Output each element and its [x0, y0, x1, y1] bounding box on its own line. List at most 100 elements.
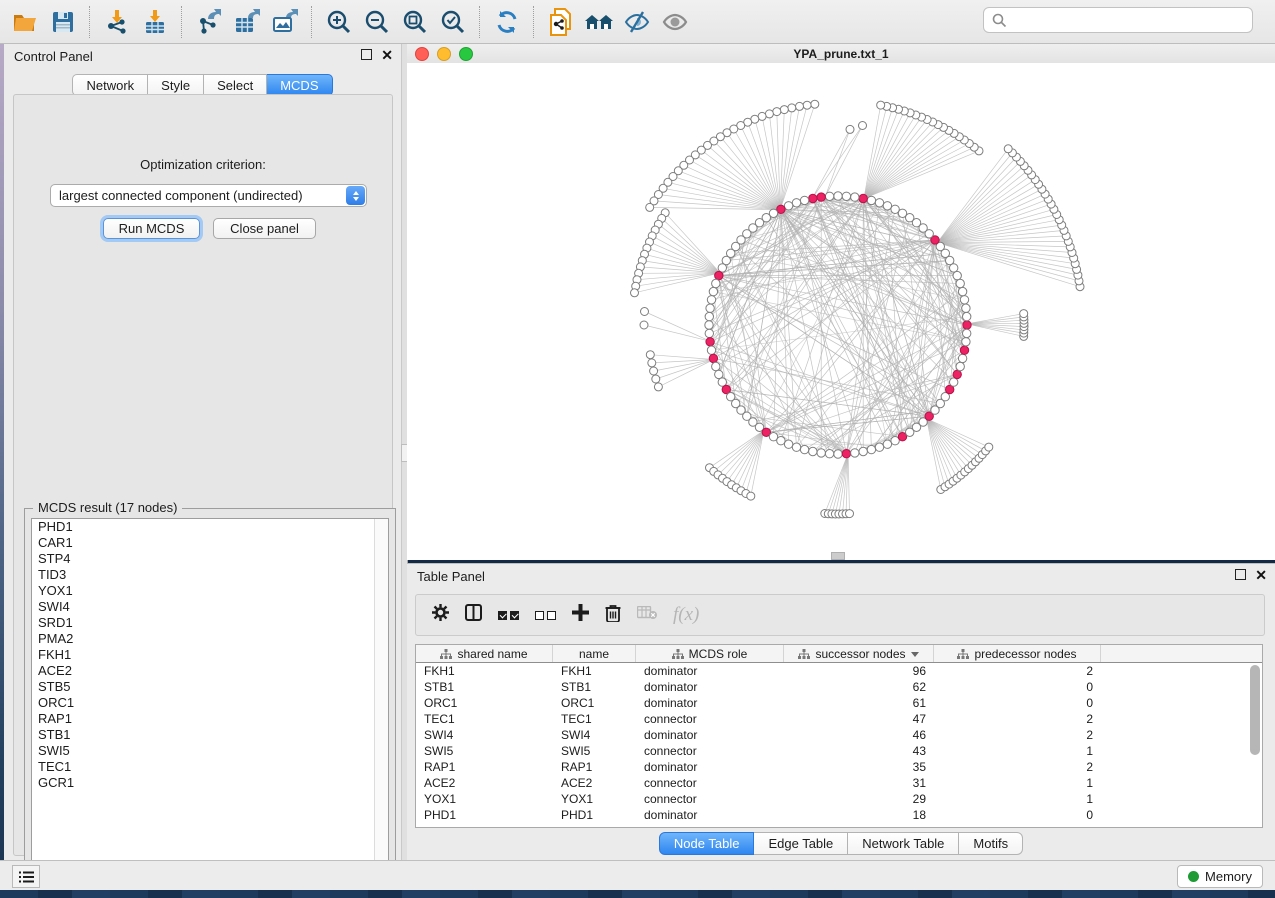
network-node[interactable]	[706, 304, 714, 312]
network-node[interactable]	[960, 296, 968, 304]
network-node[interactable]	[796, 102, 804, 110]
mcds-result-list[interactable]: PHD1CAR1STP4TID3YOX1SWI4SRD1PMA2FKH1ACE2…	[31, 518, 389, 875]
network-window-titlebar[interactable]: YPA_prune.txt_1	[407, 44, 1275, 64]
network-node[interactable]	[867, 196, 875, 204]
network-node[interactable]	[777, 437, 785, 445]
search-input[interactable]	[1007, 12, 1252, 29]
open-file-icon[interactable]	[6, 4, 44, 40]
float-panel-icon[interactable]	[361, 49, 372, 60]
network-node[interactable]	[846, 125, 854, 133]
mcds-list-item[interactable]: STB1	[32, 727, 388, 743]
network-node[interactable]	[765, 110, 773, 118]
network-drag-handle[interactable]	[831, 552, 845, 560]
table-row[interactable]: YOX1YOX1connector291	[416, 791, 1262, 807]
tab-network-table[interactable]: Network Table	[848, 832, 959, 855]
tab-network[interactable]: Network	[72, 74, 148, 96]
mcds-node[interactable]	[960, 346, 968, 354]
search-box[interactable]	[983, 7, 1253, 33]
save-session-icon[interactable]	[44, 4, 82, 40]
network-node[interactable]	[851, 449, 859, 457]
network-node[interactable]	[707, 346, 715, 354]
column-header-shared-name[interactable]: shared name	[416, 645, 553, 662]
network-node[interactable]	[718, 264, 726, 272]
tab-edge-table[interactable]: Edge Table	[754, 832, 848, 855]
network-node[interactable]	[883, 202, 891, 210]
network-node[interactable]	[1020, 310, 1028, 318]
mcds-list-item[interactable]: STP4	[32, 551, 388, 567]
network-node[interactable]	[650, 367, 658, 375]
column-header-predecessor-nodes[interactable]: predecessor nodes	[934, 645, 1101, 662]
float-table-panel-icon[interactable]	[1235, 569, 1246, 580]
network-node[interactable]	[715, 370, 723, 378]
network-node[interactable]	[646, 203, 654, 211]
export-network-icon[interactable]	[190, 4, 228, 40]
mcds-node[interactable]	[842, 450, 850, 458]
zoom-out-icon[interactable]	[358, 4, 396, 40]
column-header-successor-nodes[interactable]: successor nodes	[784, 645, 934, 662]
network-node[interactable]	[834, 192, 842, 200]
mcds-list-item[interactable]: TEC1	[32, 759, 388, 775]
network-canvas[interactable]	[407, 63, 1275, 560]
network-node[interactable]	[780, 106, 788, 114]
table-options-gear-icon[interactable]	[432, 604, 449, 626]
select-all-icon[interactable]	[498, 611, 519, 620]
network-node[interactable]	[825, 450, 833, 458]
mcds-list-item[interactable]: YOX1	[32, 583, 388, 599]
network-node[interactable]	[956, 279, 964, 287]
network-node[interactable]	[784, 202, 792, 210]
table-row[interactable]: ORC1ORC1dominator610	[416, 695, 1262, 711]
mcds-list-item[interactable]: FKH1	[32, 647, 388, 663]
deselect-all-icon[interactable]	[535, 611, 556, 620]
mcds-node[interactable]	[963, 321, 971, 329]
mcds-list-item[interactable]: CAR1	[32, 535, 388, 551]
export-table-icon[interactable]	[228, 4, 266, 40]
network-node[interactable]	[817, 449, 825, 457]
tab-node-table[interactable]: Node Table	[659, 832, 755, 855]
network-node[interactable]	[646, 351, 654, 359]
network-node[interactable]	[652, 375, 660, 383]
network-node[interactable]	[709, 287, 717, 295]
zoom-fit-icon[interactable]	[396, 4, 434, 40]
network-node[interactable]	[788, 104, 796, 112]
table-row[interactable]: STB1STB1dominator620	[416, 679, 1262, 695]
network-node[interactable]	[875, 443, 883, 451]
import-table-icon[interactable]	[136, 4, 174, 40]
mcds-list-item[interactable]: PHD1	[32, 519, 388, 535]
network-node[interactable]	[705, 329, 713, 337]
tab-style[interactable]: Style	[148, 74, 204, 96]
zoom-in-icon[interactable]	[320, 4, 358, 40]
network-node[interactable]	[747, 492, 755, 500]
network-node[interactable]	[963, 329, 971, 337]
network-node[interactable]	[640, 321, 648, 329]
network-node[interactable]	[834, 450, 842, 458]
network-node[interactable]	[773, 108, 781, 116]
show-columns-icon[interactable]	[465, 604, 482, 626]
task-history-button[interactable]	[12, 865, 40, 888]
network-node[interactable]	[792, 443, 800, 451]
network-node[interactable]	[792, 199, 800, 207]
mcds-list-item[interactable]: SRD1	[32, 615, 388, 631]
mcds-list-item[interactable]: GCR1	[32, 775, 388, 791]
tab-select[interactable]: Select	[204, 74, 267, 96]
list-scrollbar[interactable]	[374, 519, 388, 874]
network-node[interactable]	[985, 443, 993, 451]
network-node[interactable]	[953, 271, 961, 279]
home-networks-icon[interactable]	[580, 4, 618, 40]
table-row[interactable]: RAP1RAP1dominator352	[416, 759, 1262, 775]
mcds-node[interactable]	[706, 338, 714, 346]
memory-button[interactable]: Memory	[1177, 865, 1263, 888]
export-image-icon[interactable]	[266, 4, 304, 40]
network-node[interactable]	[705, 312, 713, 320]
mcds-list-item[interactable]: SWI5	[32, 743, 388, 759]
network-node[interactable]	[707, 296, 715, 304]
mcds-list-item[interactable]: SWI4	[32, 599, 388, 615]
network-node[interactable]	[875, 199, 883, 207]
network-from-selection-icon[interactable]	[542, 4, 580, 40]
hide-selected-icon[interactable]	[618, 4, 656, 40]
network-node[interactable]	[648, 359, 656, 367]
mcds-node[interactable]	[859, 194, 867, 202]
optimization-dropdown[interactable]: largest connected component (undirected)	[50, 184, 367, 207]
network-node[interactable]	[962, 304, 970, 312]
network-node[interactable]	[641, 308, 649, 316]
mcds-node[interactable]	[709, 354, 717, 362]
